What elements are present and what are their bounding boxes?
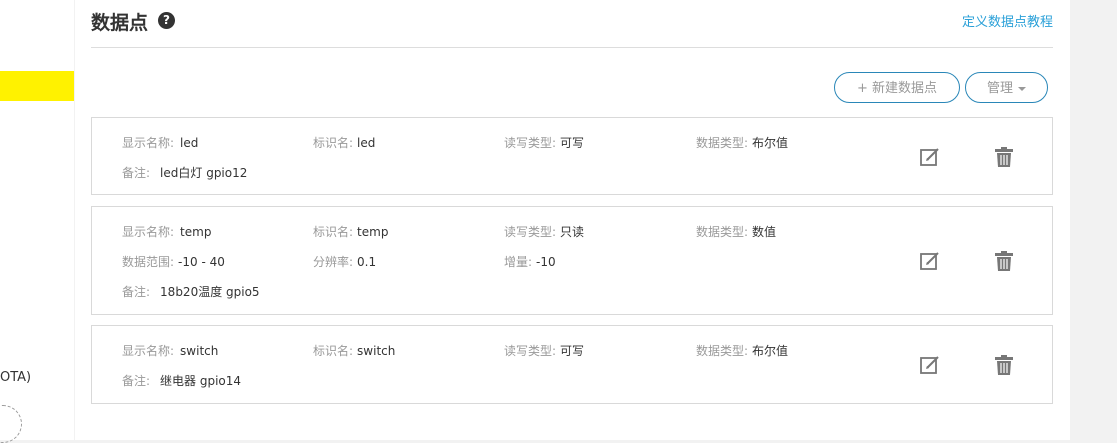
rw-type-value: 只读: [560, 225, 585, 239]
display-name-value: temp: [180, 225, 212, 239]
question-circle-icon[interactable]: ?: [158, 12, 175, 29]
note-field: 备注: 继电器 gpio14: [122, 372, 241, 389]
display-name-field: 显示名称: temp: [122, 223, 211, 240]
datapoint-card-switch: 显示名称: switch 标识名: switch 读写类型: 可写 数据类型: 布尔值 …: [91, 325, 1053, 404]
note-label: 备注:: [122, 166, 151, 180]
note-field: 备注: led白灯 gpio12: [122, 164, 247, 181]
display-name-field: 显示名称: switch: [122, 342, 218, 359]
sidebar-active-item[interactable]: [0, 71, 74, 101]
sidebar: OTA): [0, 0, 74, 443]
data-type-value: 布尔值: [752, 344, 789, 358]
data-type-label: 数据类型:: [696, 136, 749, 150]
data-type-label: 数据类型:: [696, 344, 749, 358]
manage-label: 管理: [986, 81, 1013, 96]
new-datapoint-button[interactable]: + 新建数据点: [834, 72, 960, 103]
trash-icon[interactable]: [992, 249, 1016, 273]
edit-icon[interactable]: [918, 145, 942, 169]
identifier-label: 标识名:: [313, 344, 354, 358]
increment-field: 增量: -10: [504, 253, 556, 270]
display-name-value: led: [180, 136, 199, 150]
rw-type-label: 读写类型:: [504, 136, 557, 150]
note-field: 备注: 18b20温度 gpio5: [122, 283, 260, 300]
sidebar-dashed-circle: [0, 405, 22, 443]
display-name-field: 显示名称: led: [122, 134, 198, 151]
rw-type-field: 读写类型: 只读: [504, 223, 584, 240]
data-type-value: 布尔值: [752, 136, 789, 150]
range-value: -10 - 40: [178, 255, 225, 269]
rw-type-field: 读写类型: 可写: [504, 134, 584, 151]
sidebar-item-ota[interactable]: OTA): [0, 370, 31, 385]
resolution-label: 分辨率:: [313, 255, 354, 269]
rw-type-value: 可写: [560, 136, 585, 150]
edit-icon[interactable]: [918, 353, 942, 377]
note-value: led白灯 gpio12: [160, 166, 248, 180]
identifier-label: 标识名:: [313, 225, 354, 239]
trash-icon[interactable]: [992, 353, 1016, 377]
identifier-label: 标识名:: [313, 136, 354, 150]
identifier-field: 标识名: led: [313, 134, 375, 151]
resolution-value: 0.1: [357, 255, 377, 269]
page-title: 数据点: [91, 12, 149, 34]
range-field: 数据范围: -10 - 40: [122, 253, 225, 270]
identifier-value: led: [357, 136, 376, 150]
datapoint-card-temp: 显示名称: temp 标识名: temp 读写类型: 只读 数据类型: 数值 数据范围:…: [91, 206, 1053, 315]
manage-dropdown-button[interactable]: 管理: [965, 72, 1048, 103]
note-label: 备注:: [122, 285, 151, 299]
trash-icon[interactable]: [992, 145, 1016, 169]
caret-down-icon: [1018, 86, 1026, 91]
identifier-value: switch: [357, 344, 396, 358]
display-name-value: switch: [180, 344, 219, 358]
display-name-label: 显示名称:: [122, 225, 175, 239]
identifier-value: temp: [357, 225, 389, 239]
display-name-label: 显示名称:: [122, 344, 175, 358]
note-value: 18b20温度 gpio5: [160, 285, 260, 299]
resolution-field: 分辨率: 0.1: [313, 253, 376, 270]
data-type-label: 数据类型:: [696, 225, 749, 239]
identifier-field: 标识名: temp: [313, 223, 388, 240]
data-type-field: 数据类型: 布尔值: [696, 342, 788, 359]
rw-type-field: 读写类型: 可写: [504, 342, 584, 359]
rw-type-value: 可写: [560, 344, 585, 358]
tutorial-link[interactable]: 定义数据点教程: [962, 11, 1053, 30]
datapoint-card-led: 显示名称: led 标识名: led 读写类型: 可写 数据类型: 布尔值 备注: led…: [91, 117, 1053, 195]
range-label: 数据范围:: [122, 255, 175, 269]
display-name-label: 显示名称:: [122, 136, 175, 150]
data-type-value: 数值: [752, 225, 777, 239]
data-type-field: 数据类型: 布尔值: [696, 134, 788, 151]
data-type-field: 数据类型: 数值: [696, 223, 776, 240]
increment-label: 增量:: [504, 255, 533, 269]
identifier-field: 标识名: switch: [313, 342, 395, 359]
increment-value: -10: [536, 255, 556, 269]
note-label: 备注:: [122, 374, 151, 388]
rw-type-label: 读写类型:: [504, 225, 557, 239]
rw-type-label: 读写类型:: [504, 344, 557, 358]
page-header: 数据点 ? 定义数据点教程: [91, 0, 1053, 48]
note-value: 继电器 gpio14: [160, 374, 242, 388]
edit-icon[interactable]: [918, 249, 942, 273]
main-content: 数据点 ? 定义数据点教程 + 新建数据点 管理 显示名称: led 标识名: le…: [75, 0, 1070, 440]
